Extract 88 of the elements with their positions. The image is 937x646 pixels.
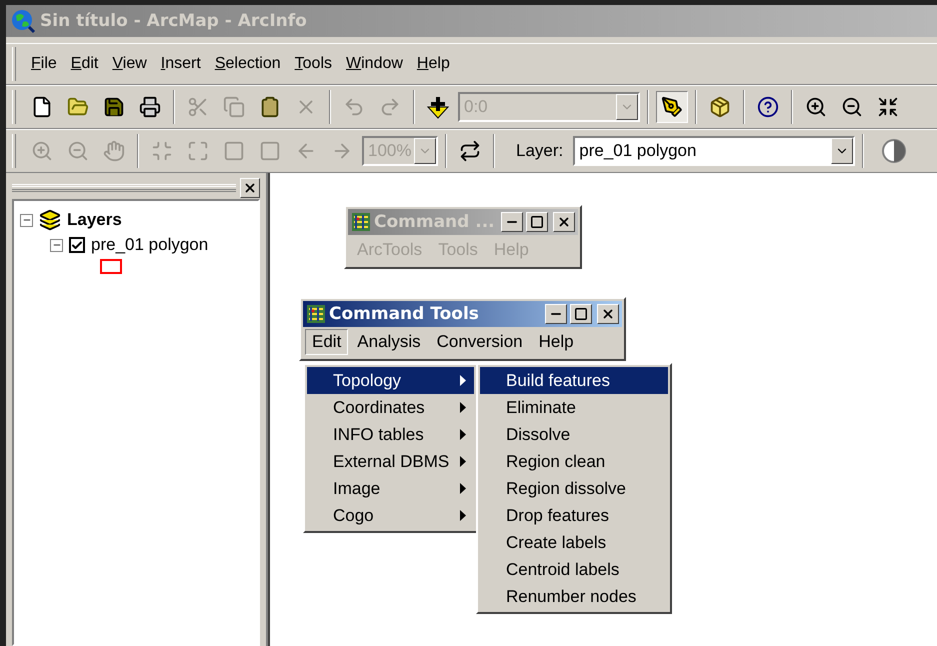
menu-item[interactable]: Create labels bbox=[480, 529, 668, 556]
menu-item[interactable]: File bbox=[26, 52, 62, 76]
new-document-icon bbox=[31, 96, 53, 118]
expand-icon bbox=[187, 140, 209, 162]
layer-checkbox[interactable] bbox=[69, 237, 85, 253]
zoom-in-icon bbox=[31, 140, 53, 162]
printer-icon bbox=[139, 96, 161, 118]
menu-item[interactable]: Edit bbox=[66, 52, 104, 76]
menu-item[interactable]: Dissolve bbox=[480, 421, 668, 448]
layers-icon bbox=[39, 209, 61, 231]
close-icon bbox=[557, 215, 571, 229]
plus-arrow-icon bbox=[426, 95, 450, 119]
editor-button[interactable] bbox=[656, 91, 688, 123]
layer-label: Layer: bbox=[516, 141, 564, 161]
save-icon bbox=[103, 96, 125, 118]
menu-item[interactable]: View bbox=[107, 52, 152, 76]
menu-item[interactable]: Window bbox=[341, 52, 408, 76]
layer-combo[interactable]: pre_01 polygon bbox=[573, 136, 856, 166]
menu-item[interactable]: Drop features bbox=[480, 502, 668, 529]
zoom-out-icon bbox=[841, 96, 863, 118]
scissors-icon bbox=[187, 96, 209, 118]
collapse-toggle[interactable] bbox=[50, 238, 63, 252]
submenu-arrow-icon bbox=[460, 402, 466, 413]
menu-item[interactable]: Insert bbox=[156, 52, 206, 76]
pen-icon bbox=[661, 96, 683, 118]
toolbox-icon bbox=[709, 96, 731, 118]
globe-icon bbox=[10, 8, 36, 34]
folder-icon bbox=[67, 96, 89, 118]
close-button[interactable] bbox=[240, 178, 260, 198]
symbol-swatch bbox=[100, 259, 122, 274]
hand-icon bbox=[103, 140, 125, 162]
clipboard-icon bbox=[259, 96, 281, 118]
maximize-button[interactable] bbox=[570, 304, 592, 324]
menu-item[interactable]: Tools bbox=[290, 52, 337, 76]
swap-icon bbox=[459, 140, 481, 162]
panel-grip[interactable] bbox=[12, 184, 236, 192]
maximize-icon bbox=[574, 307, 588, 321]
window-title: Sin título - ArcMap - ArcInfo bbox=[40, 11, 307, 31]
check-icon bbox=[71, 238, 83, 252]
close-icon bbox=[243, 181, 257, 195]
menu-item[interactable]: Region dissolve bbox=[480, 475, 668, 502]
menu-item[interactable]: External DBMS bbox=[307, 448, 474, 475]
help-icon bbox=[757, 96, 779, 118]
minimize-button[interactable] bbox=[501, 212, 523, 232]
close-icon bbox=[601, 307, 615, 321]
menu-item[interactable]: Renumber nodes bbox=[480, 583, 668, 610]
redo-icon bbox=[379, 96, 401, 118]
contrast-icon bbox=[881, 138, 908, 164]
maximize-button[interactable] bbox=[526, 212, 548, 232]
close-button[interactable] bbox=[553, 212, 575, 232]
window-title: Command ... bbox=[374, 212, 496, 232]
menu-item[interactable]: Region clean bbox=[480, 448, 668, 475]
menu-item[interactable]: Conversion bbox=[430, 329, 530, 355]
menu-item[interactable]: Eliminate bbox=[480, 394, 668, 421]
copy-icon bbox=[223, 96, 245, 118]
menu-item[interactable]: Selection bbox=[210, 52, 286, 76]
zoom-out-icon bbox=[67, 140, 89, 162]
collapse-toggle[interactable] bbox=[20, 214, 33, 226]
shrink-icon bbox=[151, 140, 173, 162]
zoom-in-icon bbox=[805, 96, 827, 118]
menu-item[interactable]: Image bbox=[307, 475, 474, 502]
menu-item[interactable]: Topology bbox=[307, 367, 474, 394]
minimize-button[interactable] bbox=[545, 304, 567, 324]
undo-icon bbox=[343, 96, 365, 118]
menu-item[interactable]: Centroid labels bbox=[480, 556, 668, 583]
menu-item[interactable]: Help bbox=[532, 329, 581, 355]
tree-item[interactable]: pre_01 polygon bbox=[91, 235, 208, 255]
submenu-arrow-icon bbox=[460, 510, 466, 521]
menu-item[interactable]: Cogo bbox=[307, 502, 474, 529]
menu-item[interactable]: Analysis bbox=[350, 329, 428, 355]
submenu-arrow-icon bbox=[460, 456, 466, 467]
submenu-arrow-icon bbox=[460, 483, 466, 494]
menu-item[interactable]: Coordinates bbox=[307, 394, 474, 421]
square-icon bbox=[259, 140, 281, 162]
menu-item[interactable]: Edit bbox=[305, 329, 348, 355]
menu-item[interactable]: Build features bbox=[480, 367, 668, 394]
shrink-icon bbox=[877, 96, 899, 118]
submenu-arrow-icon bbox=[460, 429, 466, 440]
grid-icon bbox=[306, 304, 326, 324]
close-button[interactable] bbox=[597, 304, 619, 324]
square-icon bbox=[223, 140, 245, 162]
submenu-arrow-icon bbox=[460, 375, 466, 386]
window-title: Command Tools bbox=[329, 304, 480, 324]
tree-item[interactable]: Layers bbox=[67, 210, 122, 230]
menu-item[interactable]: Help bbox=[412, 52, 455, 76]
grid-icon bbox=[351, 212, 371, 232]
maximize-icon bbox=[530, 215, 544, 229]
menu-item[interactable]: INFO tables bbox=[307, 421, 474, 448]
